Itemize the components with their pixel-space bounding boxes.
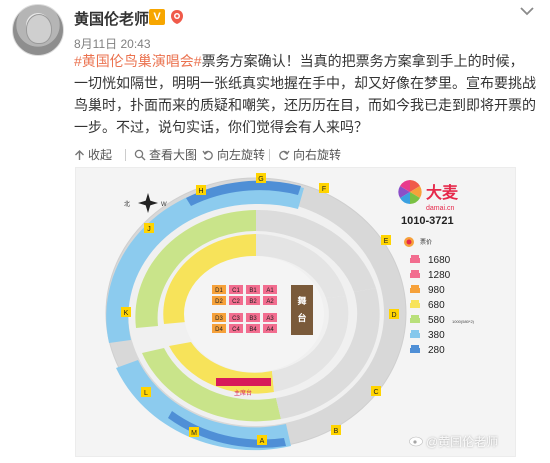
price-value: 1280: [428, 270, 451, 281]
rotate-left-button[interactable]: 向左旋转: [202, 145, 265, 165]
gate-label: M: [191, 430, 197, 437]
svg-text:票价: 票价: [420, 239, 432, 246]
floor-block-label: B1: [249, 288, 257, 294]
price-value: 380: [428, 330, 445, 341]
stage-label-2: 台: [297, 312, 306, 323]
floor-block-label: C4: [232, 327, 240, 333]
floor-block-label: A1: [266, 288, 274, 294]
price-legend: 票价 1680 1280 980 680 580 1000(580*2) 380 280: [404, 237, 475, 356]
floor-block-label: A2: [266, 299, 274, 305]
floor-block-label: A3: [266, 316, 274, 322]
seat-map-image[interactable]: D1 C1 B1 A1 D2 C2 B2 A2 D3 C3 B3 A3 D4 C4 B4 A4 舞 台 主席台…: [75, 167, 516, 457]
floor-block-label: D1: [215, 288, 223, 294]
hashtag-link[interactable]: #黄国伦鸟巢演唱会#: [74, 53, 202, 69]
view-large-label: 查看大图: [149, 148, 198, 162]
weibo-logo-icon: [409, 436, 423, 447]
price-note: 1000(580*2): [452, 319, 475, 324]
floor-block-label: B3: [249, 316, 257, 322]
price-value: 580: [428, 315, 445, 326]
gate-label: B: [334, 428, 339, 435]
post-body: #黄国伦鸟巢演唱会#票务方案确认！当真的把票务方案拿到手上的时候，一切恍如隔世，…: [74, 50, 536, 138]
rotate-right-button[interactable]: 向右旋转: [278, 145, 341, 165]
gate-label: E: [384, 238, 389, 245]
floor-block-label: B4: [249, 327, 257, 333]
rotate-left-label: 向左旋转: [217, 148, 266, 162]
gate-label: J: [147, 226, 151, 233]
gate-label: C: [373, 389, 378, 396]
rotate-left-icon: [202, 150, 213, 161]
floor-block-label: C1: [232, 288, 240, 294]
stage-label-1: 舞: [297, 295, 306, 306]
floor-block-label: D4: [215, 327, 223, 333]
magnifier-icon: [134, 149, 146, 161]
price-swatch: [410, 345, 420, 353]
view-large-button[interactable]: 查看大图: [134, 145, 197, 165]
stage: [291, 285, 313, 335]
gate-label: K: [124, 310, 129, 317]
floor-block-label: C3: [232, 316, 240, 322]
damai-brand: 大麦: [426, 183, 459, 202]
post-header: 黄国伦老师 V 8月11日 20:43: [0, 0, 550, 56]
stadium-seat-map: D1 C1 B1 A1 D2 C2 B2 A2 D3 C3 B3 A3 D4 C4 B4 A4 舞 台 主席台…: [105, 173, 475, 451]
chevron-down-icon[interactable]: [520, 6, 534, 16]
gate-label: F: [322, 186, 326, 193]
price-value: 980: [428, 285, 445, 296]
floor-block-label: A4: [266, 327, 274, 333]
avatar[interactable]: [12, 4, 64, 56]
rotate-right-label: 向右旋转: [293, 148, 342, 162]
main-platform: [216, 378, 271, 386]
gate-label: L: [144, 390, 148, 397]
damai-domain: damai.cn: [426, 205, 455, 212]
price-swatch: [410, 315, 420, 323]
rotate-right-icon: [279, 150, 290, 161]
price-value: 680: [428, 300, 445, 311]
gate-label: H: [198, 188, 203, 195]
floor-block-label: C2: [232, 299, 240, 305]
floor-block-label: B2: [249, 299, 257, 305]
collapse-label: 收起: [88, 148, 113, 162]
price-swatch: [410, 270, 420, 278]
vip-badge-icon: [171, 10, 183, 24]
price-swatch: [410, 330, 420, 338]
floor-block-label: D3: [215, 316, 223, 322]
svg-text:W: W: [161, 202, 167, 208]
author-name[interactable]: 黄国伦老师: [74, 8, 149, 29]
floor-block-label: D2: [215, 299, 223, 305]
svg-text:北: 北: [124, 200, 130, 208]
price-value: 280: [428, 345, 445, 356]
gate-label: D: [391, 312, 396, 319]
arrow-up-icon: [75, 150, 84, 160]
gate-label: G: [258, 176, 263, 183]
price-swatch: [410, 300, 420, 308]
price-value: 1680: [428, 255, 451, 266]
hotline: 1010-3721: [401, 215, 454, 227]
main-platform-label: 主席台: [234, 389, 252, 397]
damai-logo: [398, 180, 422, 204]
price-swatch: [410, 285, 420, 293]
price-swatch: [410, 255, 420, 263]
gate-label: A: [260, 438, 265, 445]
verified-icon: V: [149, 9, 165, 25]
collapse-button[interactable]: 收起: [74, 145, 112, 165]
image-watermark: @黄国伦老师: [426, 435, 499, 449]
